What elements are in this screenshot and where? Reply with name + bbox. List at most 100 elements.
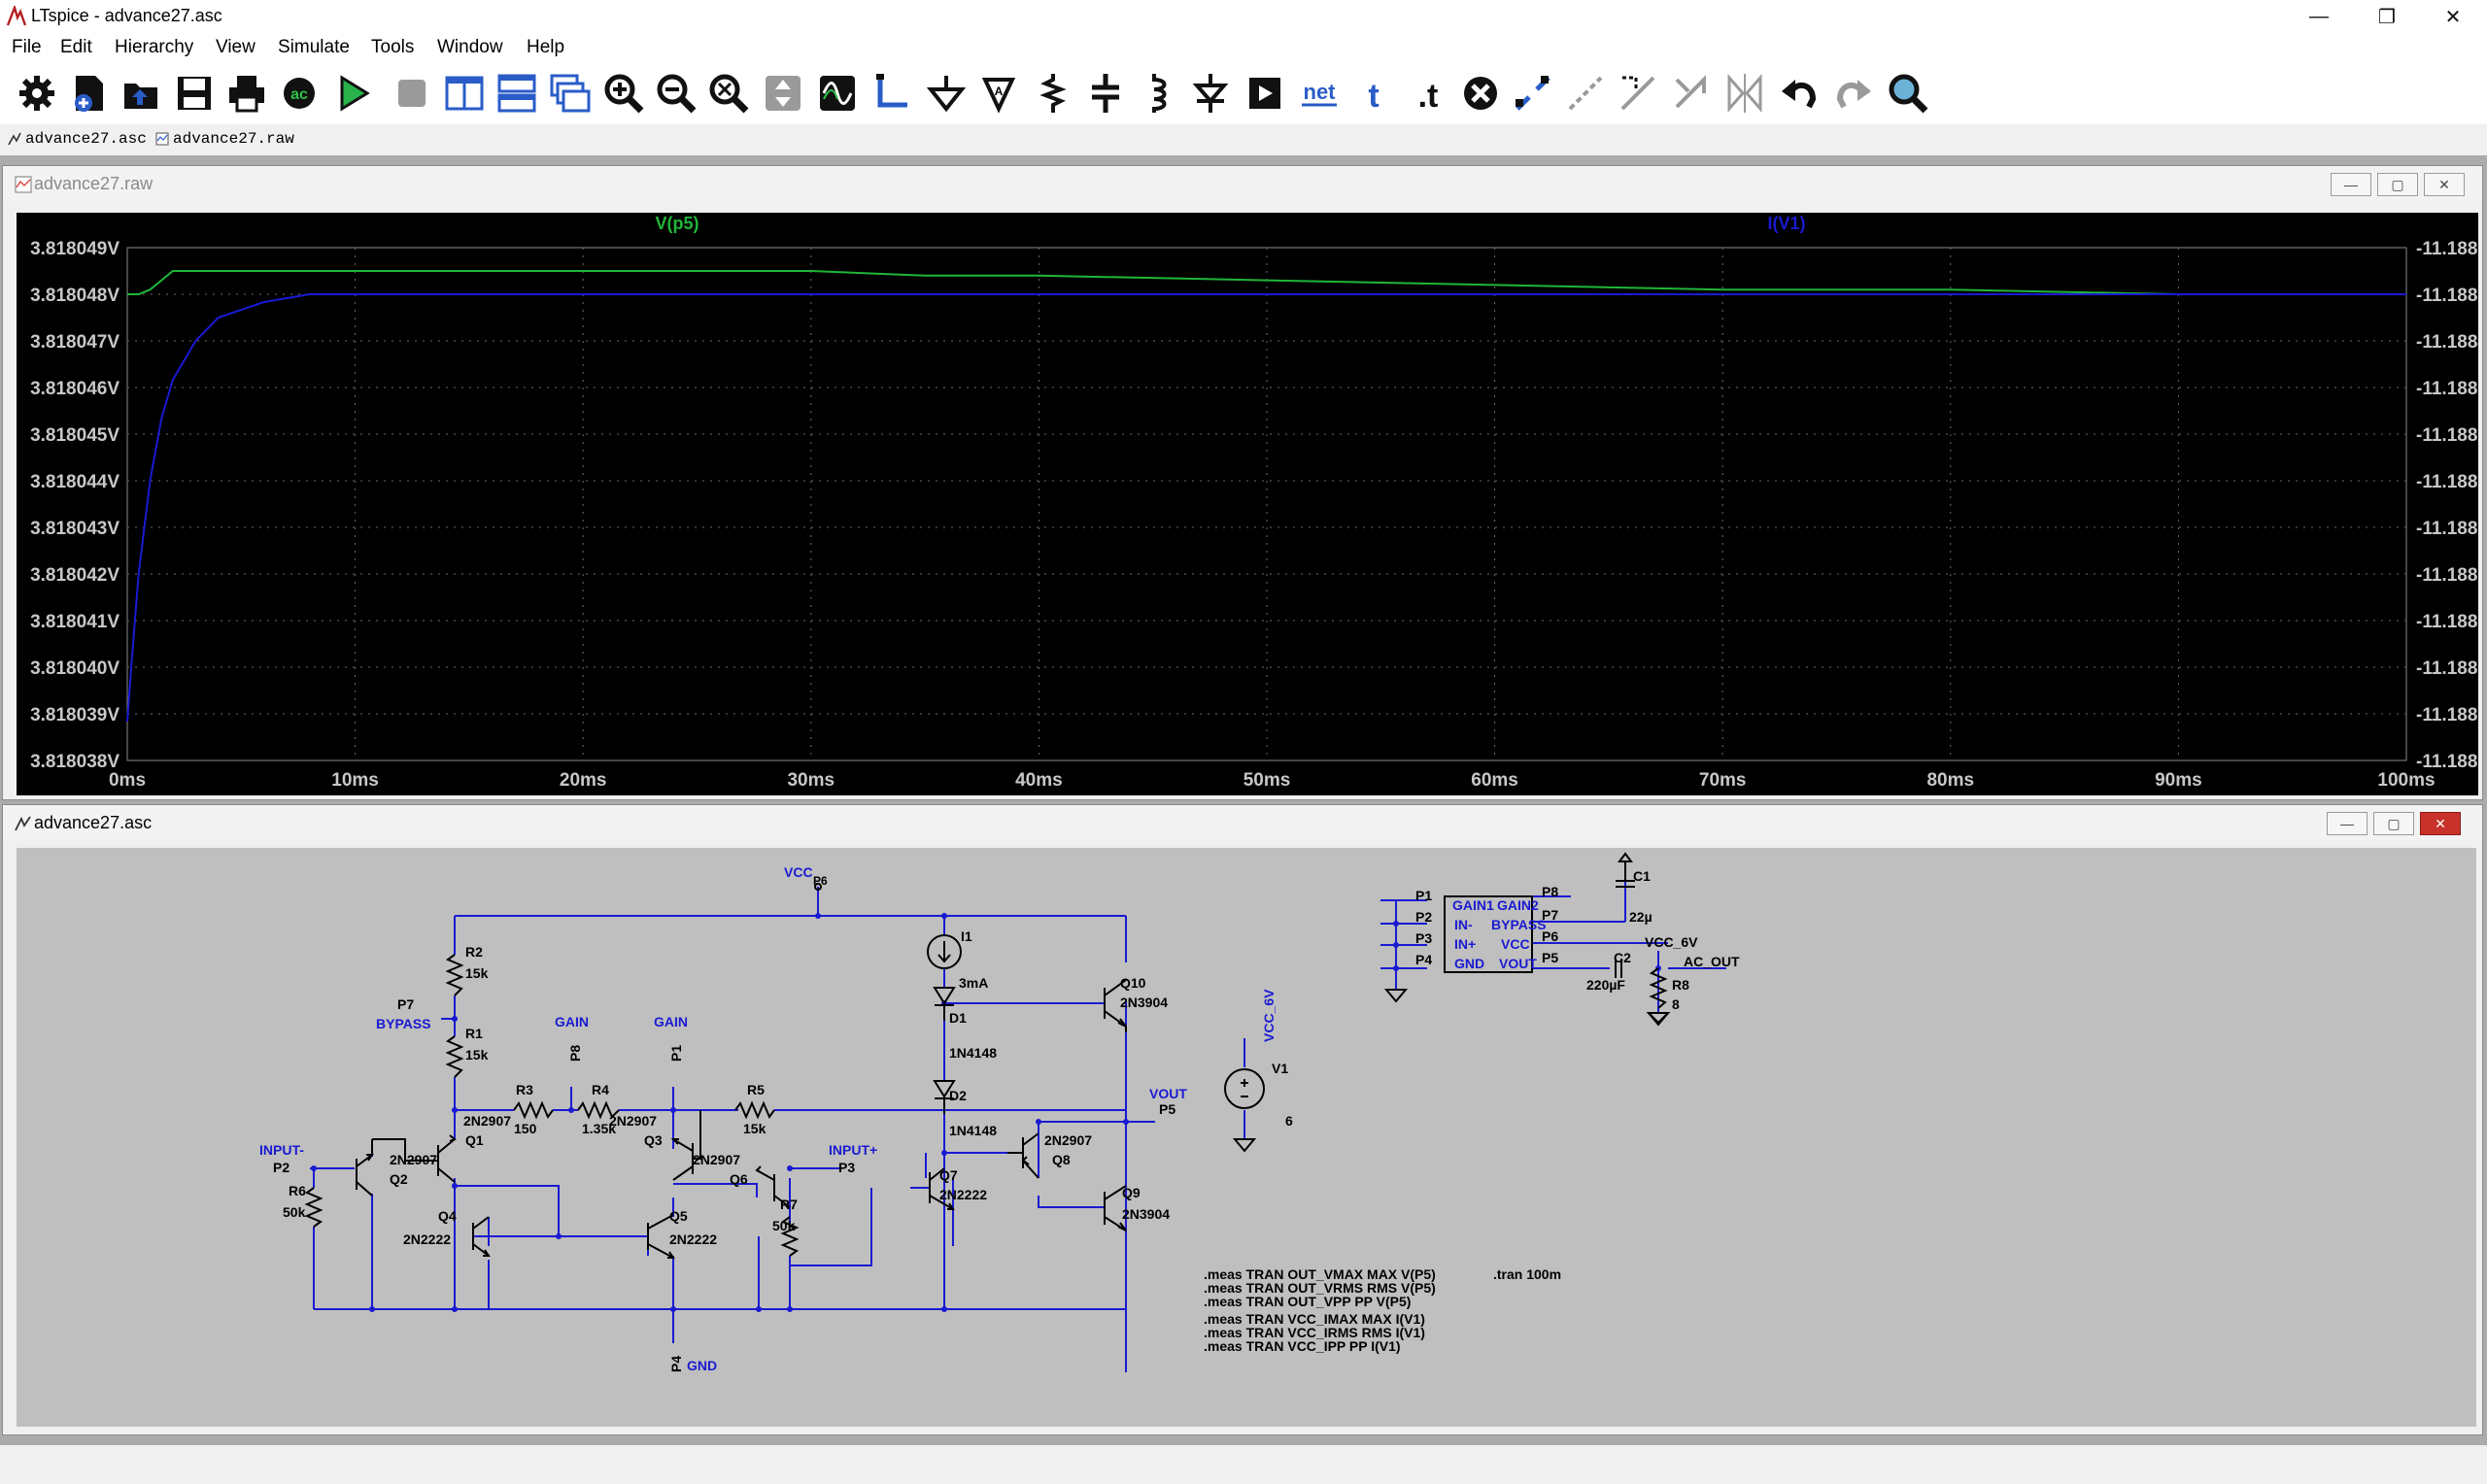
text-icon[interactable]: t — [1350, 70, 1397, 117]
waveform-minimize-button[interactable]: — — [2331, 173, 2371, 196]
sym-label-gnd: GND — [1454, 956, 1484, 971]
menu-hierarchy[interactable]: Hierarchy — [109, 36, 199, 59]
cascade-icon[interactable] — [546, 70, 593, 117]
waveform-close-button[interactable]: ✕ — [2424, 173, 2465, 196]
sym-label-gain2: GAIN2 — [1497, 897, 1539, 913]
mirror-icon[interactable] — [1721, 70, 1768, 117]
menu-tools[interactable]: Tools — [365, 36, 420, 59]
inductor-icon[interactable] — [1135, 70, 1181, 117]
rotate-icon[interactable] — [1667, 70, 1714, 117]
directive-line[interactable]: .meas TRAN VCC_IPP PP I(V1) — [1204, 1338, 1401, 1354]
menu-bar: File Edit Hierarchy View Simulate Tools … — [0, 33, 2487, 62]
sym-pin-p8: P8 — [1542, 884, 1558, 899]
wire-icon[interactable] — [869, 70, 915, 117]
menu-help[interactable]: Help — [521, 36, 570, 59]
legend-i-v1[interactable]: I(V1) — [1767, 214, 1805, 233]
new-schematic-icon[interactable] — [66, 70, 113, 117]
move-icon[interactable] — [1562, 70, 1609, 117]
label-icon[interactable]: A — [975, 70, 1022, 117]
y-left-tick-label: 3.818039V — [30, 705, 119, 725]
schematic-canvas[interactable]: VCC P6 R2 15k R1 15k P7 BYPASS GAIN P8 G… — [17, 848, 2476, 1427]
resistor-icon[interactable] — [1030, 70, 1076, 117]
open-icon[interactable] — [119, 70, 165, 117]
resistor-r3 — [513, 1100, 554, 1120]
zoom-out-icon[interactable] — [653, 70, 699, 117]
save-icon[interactable] — [171, 70, 218, 117]
schematic-window-titlebar[interactable]: advance27.asc — ▢ ✕ — [3, 805, 2482, 840]
mdi-workspace: advance27.raw — ▢ ✕ 0ms 10ms 20ms 30ms 40ms 5… — [0, 155, 2487, 1445]
waveform-plot[interactable]: 0ms 10ms 20ms 30ms 40ms 50ms 60ms 70ms 80ms 90ms 1… — [17, 213, 2487, 795]
capacitor-icon[interactable] — [1082, 70, 1129, 117]
svg-text:.t: .t — [1418, 78, 1439, 115]
schematic-maximize-button[interactable]: ▢ — [2373, 812, 2414, 835]
redo-icon[interactable] — [1830, 70, 1877, 117]
tab-schematic[interactable]: advance27.asc — [8, 127, 147, 151]
net-icon[interactable]: net — [1296, 70, 1343, 117]
directive-line[interactable]: .meas TRAN OUT_VPP PP V(P5) — [1204, 1294, 1411, 1309]
schematic-minimize-button[interactable]: — — [2327, 812, 2368, 835]
ltspice-logo-icon — [6, 6, 27, 26]
waveform-file-icon — [15, 176, 32, 193]
settings-icon[interactable] — [14, 70, 60, 117]
pin-label-p1: P1 — [668, 1045, 684, 1062]
y-left-tick-label: 3.818049V — [30, 239, 119, 259]
y-right-tick-label: -11.18850mA — [2416, 379, 2478, 399]
spice-directives[interactable]: .meas TRAN OUT_VMAX MAX V(P5) .meas TRAN… — [1204, 1266, 1561, 1354]
value-c2: 220µF — [1586, 977, 1625, 993]
ground-icon[interactable] — [923, 70, 970, 117]
component-icon[interactable] — [1242, 70, 1288, 117]
y-left-tick-label: 3.818042V — [30, 565, 119, 586]
value-d2: 1N4148 — [949, 1123, 997, 1138]
waveform-maximize-button[interactable]: ▢ — [2377, 173, 2418, 196]
value-q5: 2N2222 — [669, 1231, 717, 1247]
x-tick-label: 0ms — [109, 770, 146, 791]
schematic-drawing[interactable]: VCC P6 R2 15k R1 15k P7 BYPASS GAIN P8 G… — [17, 848, 2476, 1427]
tran-directive[interactable]: .tran 100m — [1493, 1266, 1561, 1282]
menu-view[interactable]: View — [210, 36, 261, 59]
y-right-tick-label: -11.18844mA — [2416, 332, 2478, 353]
net-label-input-minus: INPUT- — [259, 1142, 304, 1158]
close-button[interactable]: ✕ — [2419, 0, 2487, 33]
diode-icon[interactable] — [1187, 70, 1234, 117]
tile-vertical-icon[interactable] — [441, 70, 488, 117]
status-bar — [0, 1445, 2487, 1484]
schematic-close-button[interactable]: ✕ — [2420, 812, 2461, 835]
value-r2: 15k — [465, 965, 489, 981]
undo-icon[interactable] — [1776, 70, 1823, 117]
drag-icon[interactable] — [1615, 70, 1661, 117]
ref-d2: D2 — [949, 1088, 967, 1103]
maximize-button[interactable]: ❐ — [2353, 0, 2421, 33]
x-tick-label: 50ms — [1244, 770, 1291, 791]
spice-directive-icon[interactable]: .t — [1403, 70, 1449, 117]
capacitor-c1 — [1616, 852, 1635, 888]
tab-waveform[interactable]: advance27.raw — [155, 127, 294, 151]
ac-analysis-icon[interactable]: ac — [276, 70, 323, 117]
voltage-source-v1 — [1224, 1068, 1265, 1109]
halt-icon[interactable] — [389, 70, 435, 117]
run-icon[interactable] — [330, 70, 377, 117]
window-title: LTspice - advance27.asc — [31, 6, 222, 25]
print-icon[interactable] — [223, 70, 270, 117]
tile-horizontal-icon[interactable] — [494, 70, 540, 117]
menu-file[interactable]: File — [6, 36, 48, 59]
sym-label-gain1: GAIN1 — [1452, 897, 1494, 913]
zoom-in-icon[interactable] — [600, 70, 647, 117]
x-tick-label: 60ms — [1471, 770, 1518, 791]
zoom-fit-icon[interactable] — [705, 70, 752, 117]
minimize-button[interactable]: — — [2285, 0, 2353, 33]
schematic-icon — [15, 816, 31, 831]
waveform-chart[interactable]: 0ms 10ms 20ms 30ms 40ms 50ms 60ms 70ms 80ms 90ms 1… — [17, 213, 2487, 795]
menu-window[interactable]: Window — [431, 36, 509, 59]
waveform-window-titlebar[interactable]: advance27.raw — ▢ ✕ — [3, 166, 2482, 201]
find-icon[interactable] — [1885, 70, 1931, 117]
delete-icon[interactable] — [1457, 70, 1504, 117]
menu-simulate[interactable]: Simulate — [272, 36, 356, 59]
y-right-tick-label: -11.18886mA — [2416, 658, 2478, 679]
legend-v-p5[interactable]: V(p5) — [656, 214, 699, 233]
menu-edit[interactable]: Edit — [54, 36, 98, 59]
autorange-icon[interactable] — [760, 70, 806, 117]
duplicate-icon[interactable] — [1510, 70, 1556, 117]
net-label-vcc-6v-sym: VCC_6V — [1645, 934, 1698, 950]
transistor-q8 — [1022, 1132, 1039, 1179]
waveform-icon[interactable] — [814, 70, 861, 117]
